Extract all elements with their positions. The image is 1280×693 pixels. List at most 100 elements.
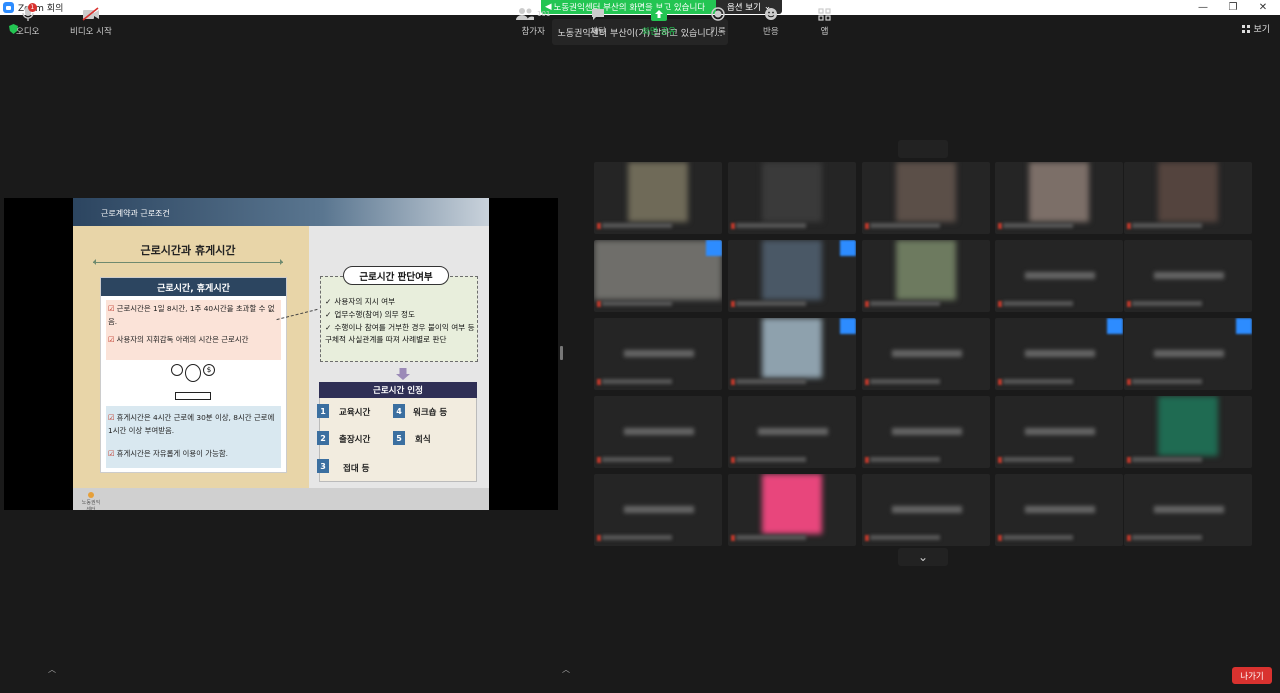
muted-mic-icon [1127, 457, 1131, 463]
video-off-icon [82, 6, 100, 22]
participant-tile[interactable] [995, 318, 1123, 390]
person-head [185, 364, 201, 382]
participant-tile[interactable] [995, 162, 1123, 234]
participant-name [1003, 379, 1073, 384]
apps-button[interactable]: 앱 [818, 6, 831, 37]
number-badge: 2 [317, 431, 329, 445]
record-button[interactable]: 기록 [710, 6, 726, 37]
participant-name [1003, 301, 1073, 306]
apps-icon [818, 6, 831, 22]
participant-name [602, 535, 672, 540]
participant-name [736, 223, 806, 228]
participant-name [870, 301, 940, 306]
participant-tile[interactable] [728, 396, 856, 468]
muted-mic-icon [998, 535, 1002, 541]
participant-tile[interactable] [728, 162, 856, 234]
participant-tile[interactable] [862, 474, 990, 546]
number-badge: 1 [317, 404, 329, 418]
participant-tile[interactable] [862, 396, 990, 468]
record-icon [711, 6, 725, 22]
participant-video [762, 162, 822, 222]
recognition-label: 회식 [415, 435, 431, 445]
gallery-scroll-up[interactable] [898, 140, 948, 158]
judgment-text: 업무수행(참여) 의무 정도 [334, 310, 415, 319]
number-badge: 4 [393, 404, 405, 418]
judgment-text: 사용자의 지시 여부 [334, 297, 396, 306]
muted-mic-icon [731, 457, 735, 463]
start-video-button[interactable]: 비디오 시작 [70, 6, 112, 37]
bullet-item: ☑ 휴게시간은 4시간 근로에 30분 이상, 8시간 근로에 1시간 이상 부여… [108, 411, 278, 437]
record-label: 기록 [710, 27, 726, 37]
participants-caret-icon[interactable]: ︿ [562, 664, 570, 675]
participant-name-center [892, 350, 962, 357]
share-screen-button[interactable]: 화면 공유 [642, 6, 676, 37]
hours-card-title: 근로시간, 휴게시간 [101, 278, 286, 296]
participant-name [1132, 457, 1202, 462]
judgment-title: 근로시간 판단여부 [343, 266, 449, 285]
muted-mic-icon [865, 301, 869, 307]
gallery-scroll-down-button[interactable]: ⌄ [898, 548, 948, 566]
share-screen-icon [650, 6, 667, 22]
muted-mic-icon [1127, 223, 1131, 229]
shared-screen[interactable]: 근로계약과 근로조건 노동권익센터 근로시간과 휴게시간 근로시간, 휴게시간 … [4, 198, 558, 510]
participants-button[interactable]: 101 참가자 [516, 6, 550, 37]
judgment-item: ✓ 업무수행(참여) 의무 정도 [325, 309, 475, 321]
muted-mic-icon [865, 223, 869, 229]
participant-tile[interactable] [862, 318, 990, 390]
participant-name [1132, 223, 1202, 228]
audio-caret-icon[interactable]: ︿ [48, 664, 56, 675]
participant-tile[interactable] [1124, 162, 1252, 234]
participant-tile[interactable] [594, 162, 722, 234]
participant-tile[interactable] [728, 240, 856, 312]
participant-tile[interactable] [728, 318, 856, 390]
recognition-label: 교육시간 [339, 408, 371, 418]
muted-mic-icon [865, 379, 869, 385]
participant-video [762, 474, 822, 534]
reactions-button[interactable]: 반응 [763, 6, 779, 37]
participant-name [1132, 301, 1202, 306]
desk-shape [175, 392, 211, 400]
split-view-handle[interactable] [560, 346, 563, 360]
participant-tile[interactable] [1124, 396, 1252, 468]
participant-tile[interactable] [594, 396, 722, 468]
participant-tile[interactable] [728, 474, 856, 546]
participant-name [870, 535, 940, 540]
participant-name [736, 535, 806, 540]
participant-tile[interactable] [995, 474, 1123, 546]
clock-icon [171, 364, 183, 376]
participant-tile[interactable] [1124, 474, 1252, 546]
status-badge [840, 240, 856, 256]
grid-icon [1242, 24, 1251, 33]
close-button[interactable]: ✕ [1248, 0, 1278, 15]
participant-name-center [1025, 350, 1095, 357]
participant-tile[interactable] [594, 474, 722, 546]
view-button[interactable]: 보기 [1242, 22, 1270, 35]
participant-tile[interactable] [1124, 318, 1252, 390]
participant-video [1029, 162, 1089, 222]
participant-tile[interactable] [862, 162, 990, 234]
checkmark-icon: ✓ [325, 323, 332, 332]
participant-tile[interactable] [594, 240, 722, 312]
recognition-title: 근로시간 인정 [319, 382, 477, 398]
check-icon: ☑ [108, 304, 115, 313]
participant-name [602, 301, 672, 306]
recognition-label: 워크숍 등 [413, 408, 448, 418]
bullet-text: 휴게시간은 자유롭게 이용이 가능함. [116, 449, 229, 458]
participant-name-center [624, 350, 694, 357]
audio-button[interactable]: 1 오디오 [16, 3, 39, 37]
participant-tile[interactable] [1124, 240, 1252, 312]
participant-tile[interactable] [995, 240, 1123, 312]
checkmark-icon: ✓ [325, 310, 332, 319]
leave-button[interactable]: 나가기 [1232, 667, 1272, 684]
view-button-label: 보기 [1253, 25, 1270, 35]
recognition-label: 접대 등 [343, 464, 370, 474]
maximize-button[interactable]: ❐ [1218, 0, 1248, 15]
chat-button[interactable]: 채팅 [590, 6, 606, 37]
participant-tile[interactable] [862, 240, 990, 312]
muted-mic-icon [731, 535, 735, 541]
meeting-toolbar [0, 655, 1280, 693]
participant-tile[interactable] [995, 396, 1123, 468]
muted-mic-icon [998, 379, 1002, 385]
participant-tile[interactable] [594, 318, 722, 390]
minimize-button[interactable]: — [1188, 0, 1218, 15]
